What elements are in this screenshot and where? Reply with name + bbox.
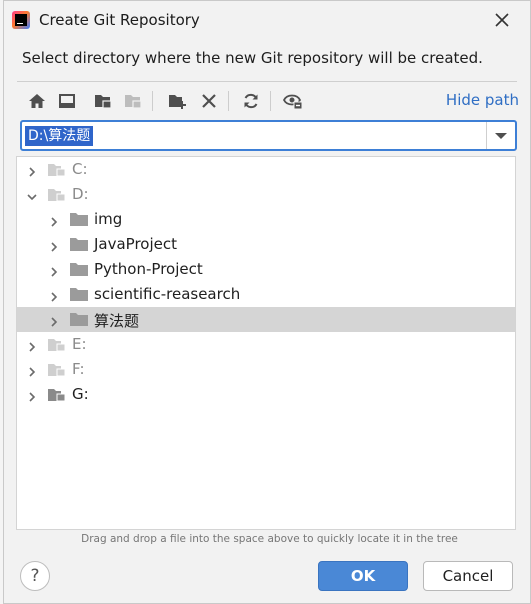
tree-item-drive[interactable]: E: bbox=[17, 332, 515, 357]
drive-icon bbox=[48, 337, 66, 352]
path-combobox[interactable]: D:\算法题 bbox=[20, 120, 517, 151]
path-input[interactable]: D:\算法题 bbox=[25, 126, 94, 146]
help-button[interactable]: ? bbox=[20, 561, 50, 591]
tree-item-label: scientific-reasearch bbox=[94, 285, 241, 303]
intellij-app-icon bbox=[12, 11, 30, 29]
toolbar-divider bbox=[270, 91, 271, 111]
chevron-right-icon[interactable] bbox=[26, 163, 38, 177]
folder-icon bbox=[70, 312, 88, 327]
tree-item-label: G: bbox=[72, 385, 89, 403]
show-hidden-icon[interactable] bbox=[281, 89, 305, 113]
tree-item-folder[interactable]: scientific-reasearch bbox=[17, 282, 515, 307]
cancel-button[interactable]: Cancel bbox=[423, 561, 513, 591]
project-folder-icon[interactable] bbox=[91, 89, 115, 113]
chevron-right-icon[interactable] bbox=[26, 338, 38, 352]
drive-icon bbox=[48, 187, 66, 202]
chevron-right-icon[interactable] bbox=[48, 263, 60, 277]
close-icon[interactable] bbox=[492, 10, 512, 30]
chevron-right-icon[interactable] bbox=[48, 313, 60, 327]
drag-drop-hint: Drag and drop a file into the space abov… bbox=[81, 533, 458, 545]
desktop-icon[interactable] bbox=[55, 89, 79, 113]
dialog-title: Create Git Repository bbox=[39, 11, 200, 29]
title-bar: Create Git Repository bbox=[4, 1, 530, 39]
tree-item-label: D: bbox=[72, 185, 89, 203]
home-icon[interactable] bbox=[25, 89, 49, 113]
tree-item-drive[interactable]: G: bbox=[17, 382, 515, 407]
dialog-description: Select directory where the new Git repos… bbox=[22, 49, 483, 67]
tree-item-label: C: bbox=[72, 160, 88, 178]
separator bbox=[17, 81, 517, 82]
toolbar-divider bbox=[228, 91, 229, 111]
chevron-right-icon[interactable] bbox=[26, 388, 38, 402]
ok-button[interactable]: OK bbox=[318, 561, 408, 591]
directory-tree[interactable]: C: D: img JavaProject Python-Project scientif… bbox=[16, 156, 516, 530]
create-git-repository-dialog: Create Git Repository Select directory w… bbox=[3, 0, 531, 604]
drive-icon bbox=[48, 162, 66, 177]
folder-icon bbox=[70, 262, 88, 277]
tree-item-label: img bbox=[94, 210, 123, 228]
drive-icon bbox=[48, 387, 66, 402]
chevron-right-icon[interactable] bbox=[48, 213, 60, 227]
refresh-icon[interactable] bbox=[239, 89, 263, 113]
tree-item-label: 算法题 bbox=[94, 312, 140, 330]
hide-path-link[interactable]: Hide path bbox=[446, 91, 519, 109]
tree-item-drive[interactable]: D: bbox=[17, 182, 515, 207]
toolbar: Hide path bbox=[17, 87, 519, 115]
tree-item-label: E: bbox=[72, 335, 87, 353]
drive-icon bbox=[48, 362, 66, 377]
tree-item-folder[interactable]: 算法题 bbox=[17, 307, 515, 332]
delete-icon[interactable] bbox=[197, 89, 221, 113]
tree-item-drive[interactable]: F: bbox=[17, 357, 515, 382]
tree-item-label: F: bbox=[72, 360, 85, 378]
tree-item-label: JavaProject bbox=[94, 235, 178, 253]
chevron-down-icon[interactable] bbox=[26, 188, 38, 201]
chevron-right-icon[interactable] bbox=[26, 363, 38, 377]
chevron-right-icon[interactable] bbox=[48, 238, 60, 252]
tree-item-label: Python-Project bbox=[94, 260, 203, 278]
module-folder-icon[interactable] bbox=[121, 89, 145, 113]
folder-icon bbox=[70, 287, 88, 302]
tree-item-folder[interactable]: JavaProject bbox=[17, 232, 515, 257]
new-folder-icon[interactable] bbox=[165, 89, 189, 113]
folder-icon bbox=[70, 212, 88, 227]
tree-item-folder[interactable]: Python-Project bbox=[17, 257, 515, 282]
toolbar-divider bbox=[152, 91, 153, 111]
chevron-down-icon[interactable] bbox=[487, 122, 515, 149]
chevron-right-icon[interactable] bbox=[48, 288, 60, 302]
tree-item-folder[interactable]: img bbox=[17, 207, 515, 232]
tree-item-drive[interactable]: C: bbox=[17, 157, 515, 182]
folder-icon bbox=[70, 237, 88, 252]
